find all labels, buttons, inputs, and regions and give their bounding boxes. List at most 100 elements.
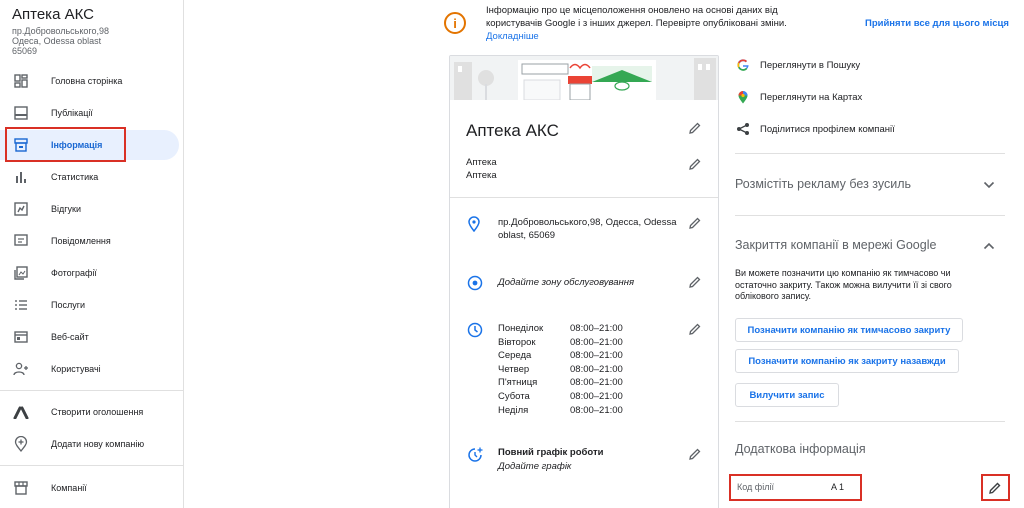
sidebar: Аптека АКС пр.Добровольського,98 Одеса, … — [0, 0, 184, 508]
sidebar-item-label: Користувачі — [51, 364, 101, 374]
hours-row: Вівторок 08:00–21:00 — [498, 337, 623, 351]
service-area-icon — [467, 275, 483, 291]
edit-name-icon[interactable] — [688, 121, 704, 137]
sidebar-item-label: Послуги — [51, 300, 86, 310]
section-divider — [735, 421, 1005, 422]
hours-time: 08:00–21:00 — [570, 323, 623, 334]
hours-row: Неділя 08:00–21:00 — [498, 405, 623, 419]
learn-more-link[interactable]: Докладніше — [486, 31, 539, 42]
sidebar-item-website[interactable]: Веб-сайт — [0, 322, 184, 352]
review-icon — [12, 200, 30, 218]
notice-text: Інформацію про це місцеположення оновлен… — [486, 5, 787, 29]
mark-permanently-closed-button[interactable]: Позначити компанію як закриту назавжди — [735, 349, 959, 373]
card-divider — [450, 197, 718, 198]
maps-pin-icon — [736, 90, 750, 104]
business-address: пр.Добровольського,98 Одеса, Odessa obla… — [12, 26, 172, 56]
closing-description: Ви можете позначити цю компанію як тимча… — [735, 268, 952, 301]
sidebar-item-label: Створити оголошення — [51, 407, 144, 417]
info-warning-icon: i — [444, 12, 466, 34]
app-root: Аптека АКС пр.Добровольського,98 Одеса, … — [0, 0, 1024, 508]
google-g-icon — [736, 58, 750, 72]
ads-section-title[interactable]: Розмістіть рекламу без зусиль — [735, 177, 911, 191]
sidebar-item-label: Публікації — [51, 108, 93, 118]
hours-day: Четвер — [498, 363, 530, 375]
sidebar-item-add-business[interactable]: Додати нову компанію — [0, 429, 184, 459]
hours-time: 08:00–21:00 — [570, 363, 623, 375]
store-icon — [12, 479, 30, 497]
hours-row: Понеділок 08:00–21:00 — [498, 323, 623, 337]
ads-icon — [12, 403, 30, 421]
sidebar-item-label: Компанії — [51, 483, 87, 493]
bar-chart-icon — [12, 168, 30, 186]
full-schedule-title: Повний графік роботи — [498, 447, 604, 458]
add-location-icon — [12, 435, 30, 453]
business-address-line: Одеса, Odessa oblast — [12, 36, 102, 46]
highlight-box-branch-code — [729, 474, 862, 501]
business-address-line: 65069 — [12, 46, 38, 56]
hours-row: П'ятниця 08:00–21:00 — [498, 377, 623, 391]
location-pin-icon — [467, 216, 483, 233]
section-divider — [735, 215, 1005, 216]
hours-day: Вівторок — [498, 336, 536, 348]
hours-day: П'ятниця — [498, 377, 538, 389]
hours-row: Субота 08:00–21:00 — [498, 391, 623, 405]
edit-category-icon[interactable] — [688, 157, 704, 173]
website-icon — [12, 328, 30, 346]
sidebar-item-label: Головна сторінка — [51, 76, 123, 86]
hours-row: Четвер 08:00–21:00 — [498, 364, 623, 378]
full-schedule-sub[interactable]: Додайте графік — [498, 461, 571, 472]
hours-time: 08:00–21:00 — [570, 390, 623, 402]
edit-address-icon[interactable] — [688, 216, 704, 232]
closing-section-title[interactable]: Закриття компанії в мережі Google — [735, 238, 936, 252]
clock-add-icon — [467, 447, 483, 463]
edit-hours-icon[interactable] — [688, 322, 704, 338]
sidebar-item-label: Відгуки — [51, 204, 82, 214]
sidebar-item-home[interactable]: Головна сторінка — [0, 66, 184, 96]
business-title: Аптека АКС — [466, 121, 559, 140]
sidebar-item-label: Повідомлення — [51, 236, 111, 246]
extra-info-title: Додаткова інформація — [735, 442, 866, 456]
opening-hours: Понеділок 08:00–21:00 Вівторок 08:00–21:00… — [498, 323, 623, 418]
hours-day: Середа — [498, 350, 532, 362]
business-name: Аптека АКС — [12, 6, 94, 23]
add-user-icon — [12, 360, 30, 378]
message-icon — [12, 232, 30, 250]
sidebar-divider — [0, 465, 184, 466]
grid-icon — [12, 72, 30, 90]
sidebar-item-stats[interactable]: Статистика — [0, 162, 184, 192]
list-icon — [12, 296, 30, 314]
share-icon — [736, 122, 750, 136]
sidebar-divider — [0, 390, 184, 391]
view-on-maps-link[interactable]: Переглянути на Картах — [760, 92, 862, 103]
hours-row: Середа 08:00–21:00 — [498, 350, 623, 364]
sidebar-item-businesses[interactable]: Компанії — [0, 473, 184, 503]
service-area-field[interactable]: Додайте зону обслуговування — [498, 277, 634, 288]
sidebar-item-label: Статистика — [51, 172, 99, 182]
sidebar-item-create-ad[interactable]: Створити оголошення — [0, 397, 184, 427]
remove-listing-button[interactable]: Вилучити запис — [735, 383, 839, 407]
sidebar-item-photos[interactable]: Фотографії — [0, 258, 184, 288]
sidebar-item-reviews[interactable]: Відгуки — [0, 194, 184, 224]
hours-day: Понеділок — [498, 323, 544, 334]
business-address-line: пр.Добровольського,98 — [12, 26, 110, 36]
share-profile-link[interactable]: Поділитися профілем компанії — [760, 124, 895, 135]
sidebar-item-posts[interactable]: Публікації — [0, 98, 184, 128]
chevron-up-icon[interactable] — [982, 239, 996, 253]
accept-all-link[interactable]: Прийняти все для цього місця — [865, 18, 1009, 29]
section-divider — [735, 153, 1005, 154]
photo-icon — [12, 264, 30, 282]
clock-icon — [467, 322, 483, 338]
business-address-field: пр.Добровольського,98, Одесса, Odessa ob… — [498, 217, 677, 241]
sidebar-item-messages[interactable]: Повідомлення — [0, 226, 184, 256]
mark-temporarily-closed-button[interactable]: Позначити компанію як тимчасово закриту — [735, 318, 963, 342]
view-in-search-link[interactable]: Переглянути в Пошуку — [760, 60, 860, 71]
edit-service-area-icon[interactable] — [688, 275, 704, 291]
sidebar-item-services[interactable]: Послуги — [0, 290, 184, 320]
hours-day: Неділя — [498, 404, 529, 416]
category-secondary: Аптека — [466, 170, 497, 181]
chevron-down-icon[interactable] — [982, 178, 996, 192]
hours-time: 08:00–21:00 — [570, 350, 623, 362]
category-primary: Аптека — [466, 157, 497, 168]
edit-full-schedule-icon[interactable] — [688, 447, 704, 463]
sidebar-item-users[interactable]: Користувачі — [0, 354, 184, 384]
